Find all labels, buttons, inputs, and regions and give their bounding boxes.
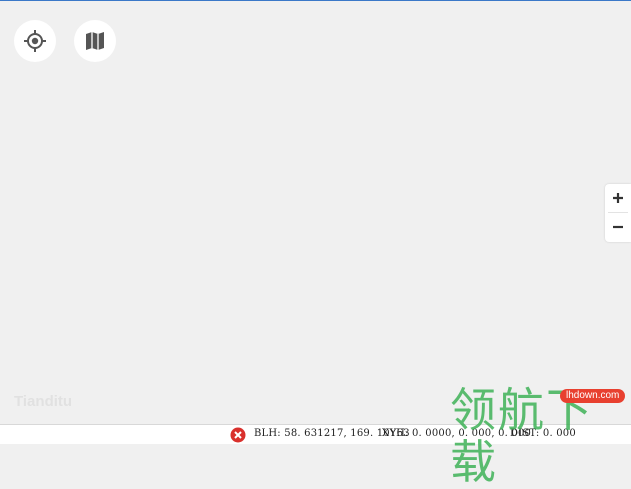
map-icon [86,32,104,50]
crosshair-icon [24,30,46,52]
zoom-in-button[interactable] [605,184,631,212]
watermark-badge: lhdown.com [560,389,626,403]
zoom-out-button[interactable] [605,213,631,241]
map-provider-logo: Tianditu [14,393,73,410]
error-icon[interactable] [230,427,246,443]
minus-icon [613,225,623,229]
plus-icon [613,193,623,203]
map-layers-button[interactable] [74,20,116,62]
zoom-control [605,184,631,242]
map-canvas[interactable]: Tianditu [0,1,631,424]
locate-button[interactable] [14,20,56,62]
